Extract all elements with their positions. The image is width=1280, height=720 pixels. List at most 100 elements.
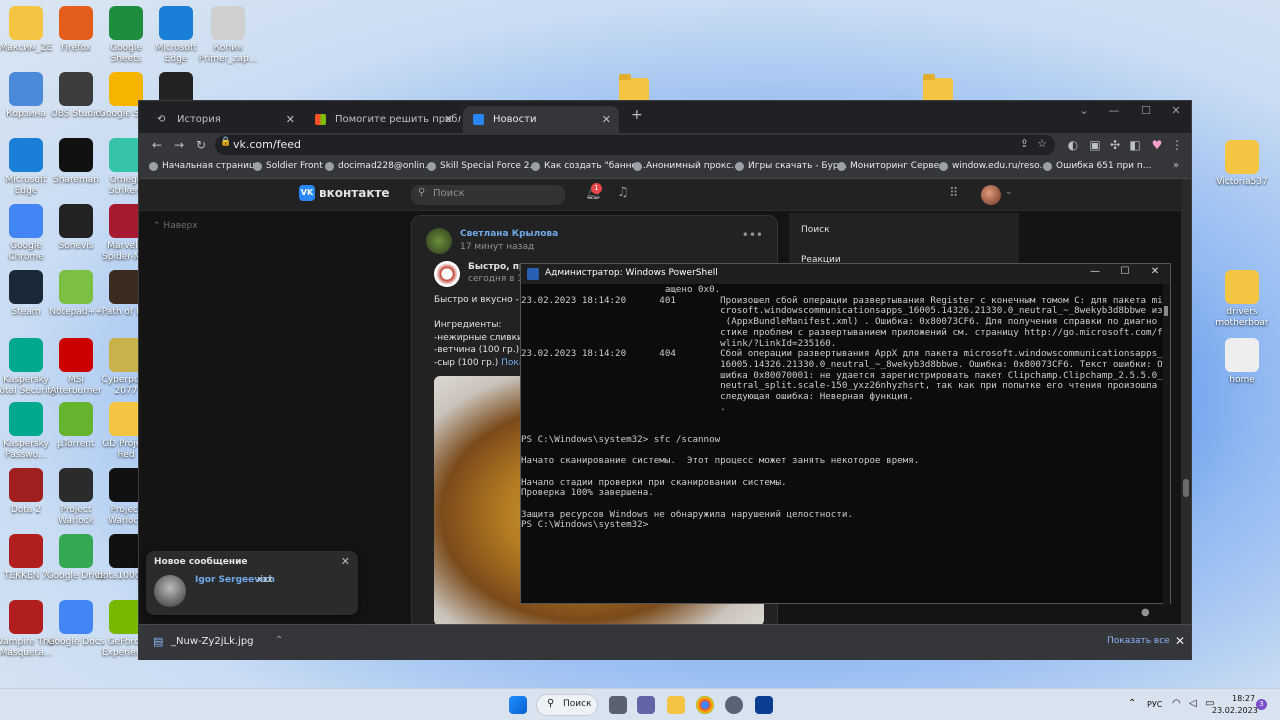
- task-view-icon[interactable]: [609, 696, 627, 714]
- downloads-bar: ▤ _Nuw-Zy2jLk.jpg ⌃ Показать все ✕: [139, 624, 1191, 660]
- scrollbar[interactable]: [1181, 179, 1191, 624]
- close-window-button[interactable]: ✕: [1145, 266, 1165, 277]
- notification-message: хэх: [257, 575, 273, 585]
- tab-help[interactable]: Помогите решить проблему с п... ✕: [305, 106, 461, 133]
- notepad-icon: [59, 270, 93, 304]
- close-icon[interactable]: ✕: [341, 555, 350, 568]
- kaspersky-icon: [9, 338, 43, 372]
- reload-button[interactable]: ↻: [191, 135, 211, 155]
- minimize-button[interactable]: —: [1099, 101, 1129, 121]
- music-icon[interactable]: ♫: [617, 185, 629, 200]
- powershell-window[interactable]: Администратор: Windows PowerShell — ☐ ✕ …: [520, 263, 1171, 604]
- scrollbar-thumb[interactable]: [1183, 479, 1189, 497]
- maximize-button[interactable]: ☐: [1131, 101, 1161, 121]
- volume-icon[interactable]: ◁: [1189, 698, 1197, 709]
- address-bar[interactable]: 🔒 vk.com/feed ⇪ ☆: [215, 135, 1055, 155]
- lock-icon: 🔒: [220, 137, 232, 147]
- search-input[interactable]: ⚲ Поиск: [411, 185, 565, 205]
- notification-badge[interactable]: 3: [1256, 699, 1267, 710]
- avatar[interactable]: [434, 261, 460, 287]
- apps-grid-icon[interactable]: ⠿: [949, 186, 959, 201]
- avatar[interactable]: [426, 228, 452, 254]
- bookmark-item[interactable]: Soldier Front: [253, 161, 323, 171]
- bookmark-item[interactable]: Мониторинг Серве...: [837, 161, 948, 171]
- new-tab-button[interactable]: +: [631, 107, 643, 123]
- bookmark-item[interactable]: Начальная страница: [149, 161, 261, 171]
- desktop-shortcut[interactable]: Копия Primer_zap...: [196, 6, 260, 65]
- back-to-top-link[interactable]: ⌃ Наверх: [153, 221, 198, 231]
- maximize-button[interactable]: ☐: [1115, 266, 1135, 277]
- close-icon[interactable]: ✕: [444, 106, 453, 133]
- vk-logo[interactable]: VK вконтакте: [299, 185, 390, 201]
- chevron-up-icon[interactable]: ⌃: [275, 635, 283, 646]
- extension-icon[interactable]: ◐: [1063, 135, 1083, 155]
- chevron-down-icon[interactable]: ⌄: [1005, 187, 1013, 197]
- scrollbar[interactable]: [1163, 284, 1170, 604]
- desktop-shortcut-label: home: [1229, 375, 1255, 385]
- chevron-down-icon[interactable]: ⌄: [1069, 101, 1099, 121]
- post-author[interactable]: Светлана Крылова: [460, 229, 558, 239]
- download-file[interactable]: _Nuw-Zy2jLk.jpg: [171, 636, 254, 647]
- menu-icon[interactable]: ⋮: [1167, 135, 1187, 155]
- edge-icon: [159, 6, 193, 40]
- bookmark-item[interactable]: Игры скачать - Бур...: [735, 161, 847, 171]
- start-icon[interactable]: [509, 696, 527, 714]
- bookmark-item[interactable]: docimad228@onlin...: [325, 161, 433, 171]
- close-icon[interactable]: ✕: [286, 106, 295, 133]
- bookmark-item[interactable]: Skill Special Force 2...: [427, 161, 538, 171]
- message-notification[interactable]: Новое сообщение ✕ Igor Sergeevich хэх: [146, 551, 358, 615]
- close-icon[interactable]: ✕: [602, 106, 611, 133]
- desktop-folder-icon[interactable]: [619, 74, 649, 102]
- desktop-shortcut[interactable]: Victoria537: [1210, 140, 1274, 188]
- tab-bar: ⟲ История ✕ Помогите решить проблему с п…: [139, 101, 1191, 133]
- scrollbar-thumb[interactable]: [1164, 306, 1168, 316]
- bookmark-item[interactable]: Как создать "банне...: [531, 161, 646, 171]
- chevron-right-icon[interactable]: »: [1173, 160, 1179, 171]
- tab-news[interactable]: Новости ✕: [463, 106, 619, 133]
- bookmark-item[interactable]: Ошибка 651 при п...: [1043, 161, 1151, 171]
- menu-item-search[interactable]: Поиск: [801, 225, 830, 235]
- close-window-button[interactable]: ✕: [1161, 101, 1191, 121]
- taskbar-search[interactable]: ⚲ Поиск: [536, 694, 598, 716]
- language-indicator[interactable]: РУС: [1147, 700, 1162, 709]
- notification-badge: 1: [591, 183, 602, 194]
- profile-icon[interactable]: ♥: [1147, 135, 1167, 155]
- close-icon[interactable]: ✕: [1175, 634, 1185, 648]
- show-all-button[interactable]: Показать все: [1107, 636, 1170, 646]
- search-icon: ⚲: [418, 187, 426, 198]
- chat-icon[interactable]: ●: [1141, 607, 1150, 618]
- desktop-shortcut[interactable]: home: [1210, 338, 1274, 386]
- puzzle-icon[interactable]: ✣: [1105, 135, 1125, 155]
- folder-icon: [9, 6, 43, 40]
- explorer-icon[interactable]: [667, 696, 685, 714]
- wifi-icon[interactable]: ◠: [1172, 698, 1181, 709]
- desktop-shortcut[interactable]: drivers motherboar: [1210, 270, 1274, 329]
- powershell-titlebar: Администратор: Windows PowerShell — ☐ ✕: [521, 264, 1170, 284]
- powershell-icon[interactable]: [755, 696, 773, 714]
- back-button[interactable]: ←: [147, 135, 167, 155]
- desktop-shortcut-label: Копия Primer_zap...: [198, 43, 258, 64]
- avatar[interactable]: [981, 185, 1001, 205]
- tab-history[interactable]: ⟲ История ✕: [147, 106, 303, 133]
- bookmark-item[interactable]: window.edu.ru/reso...: [939, 161, 1048, 171]
- extension-icon[interactable]: ▣: [1085, 135, 1105, 155]
- game-icon: [9, 600, 43, 634]
- chevron-up-icon[interactable]: ⌃: [1128, 698, 1136, 709]
- desktop-folder-icon[interactable]: [923, 74, 953, 102]
- forward-button[interactable]: →: [169, 135, 189, 155]
- share-icon[interactable]: ⇪: [1020, 137, 1029, 150]
- teams-icon[interactable]: [637, 696, 655, 714]
- star-icon[interactable]: ☆: [1037, 137, 1047, 150]
- bookmark-item[interactable]: Анонимный прокс...: [633, 161, 740, 171]
- chrome-icon[interactable]: [696, 696, 714, 714]
- powershell-icon: [527, 268, 539, 280]
- obs-icon: [59, 72, 93, 106]
- minimize-button[interactable]: —: [1085, 266, 1105, 277]
- settings-icon[interactable]: [725, 696, 743, 714]
- clock-time[interactable]: 18:27: [1232, 694, 1255, 703]
- more-options-icon[interactable]: •••: [742, 228, 763, 242]
- post-time[interactable]: 17 минут назад: [460, 242, 534, 252]
- clock-date[interactable]: 23.02.2023: [1212, 706, 1258, 715]
- console-output[interactable]: ащено 0x0. 23.02.2023 18:14:20 401 Произо…: [521, 284, 1165, 604]
- sidebar-icon[interactable]: ◧: [1125, 135, 1145, 155]
